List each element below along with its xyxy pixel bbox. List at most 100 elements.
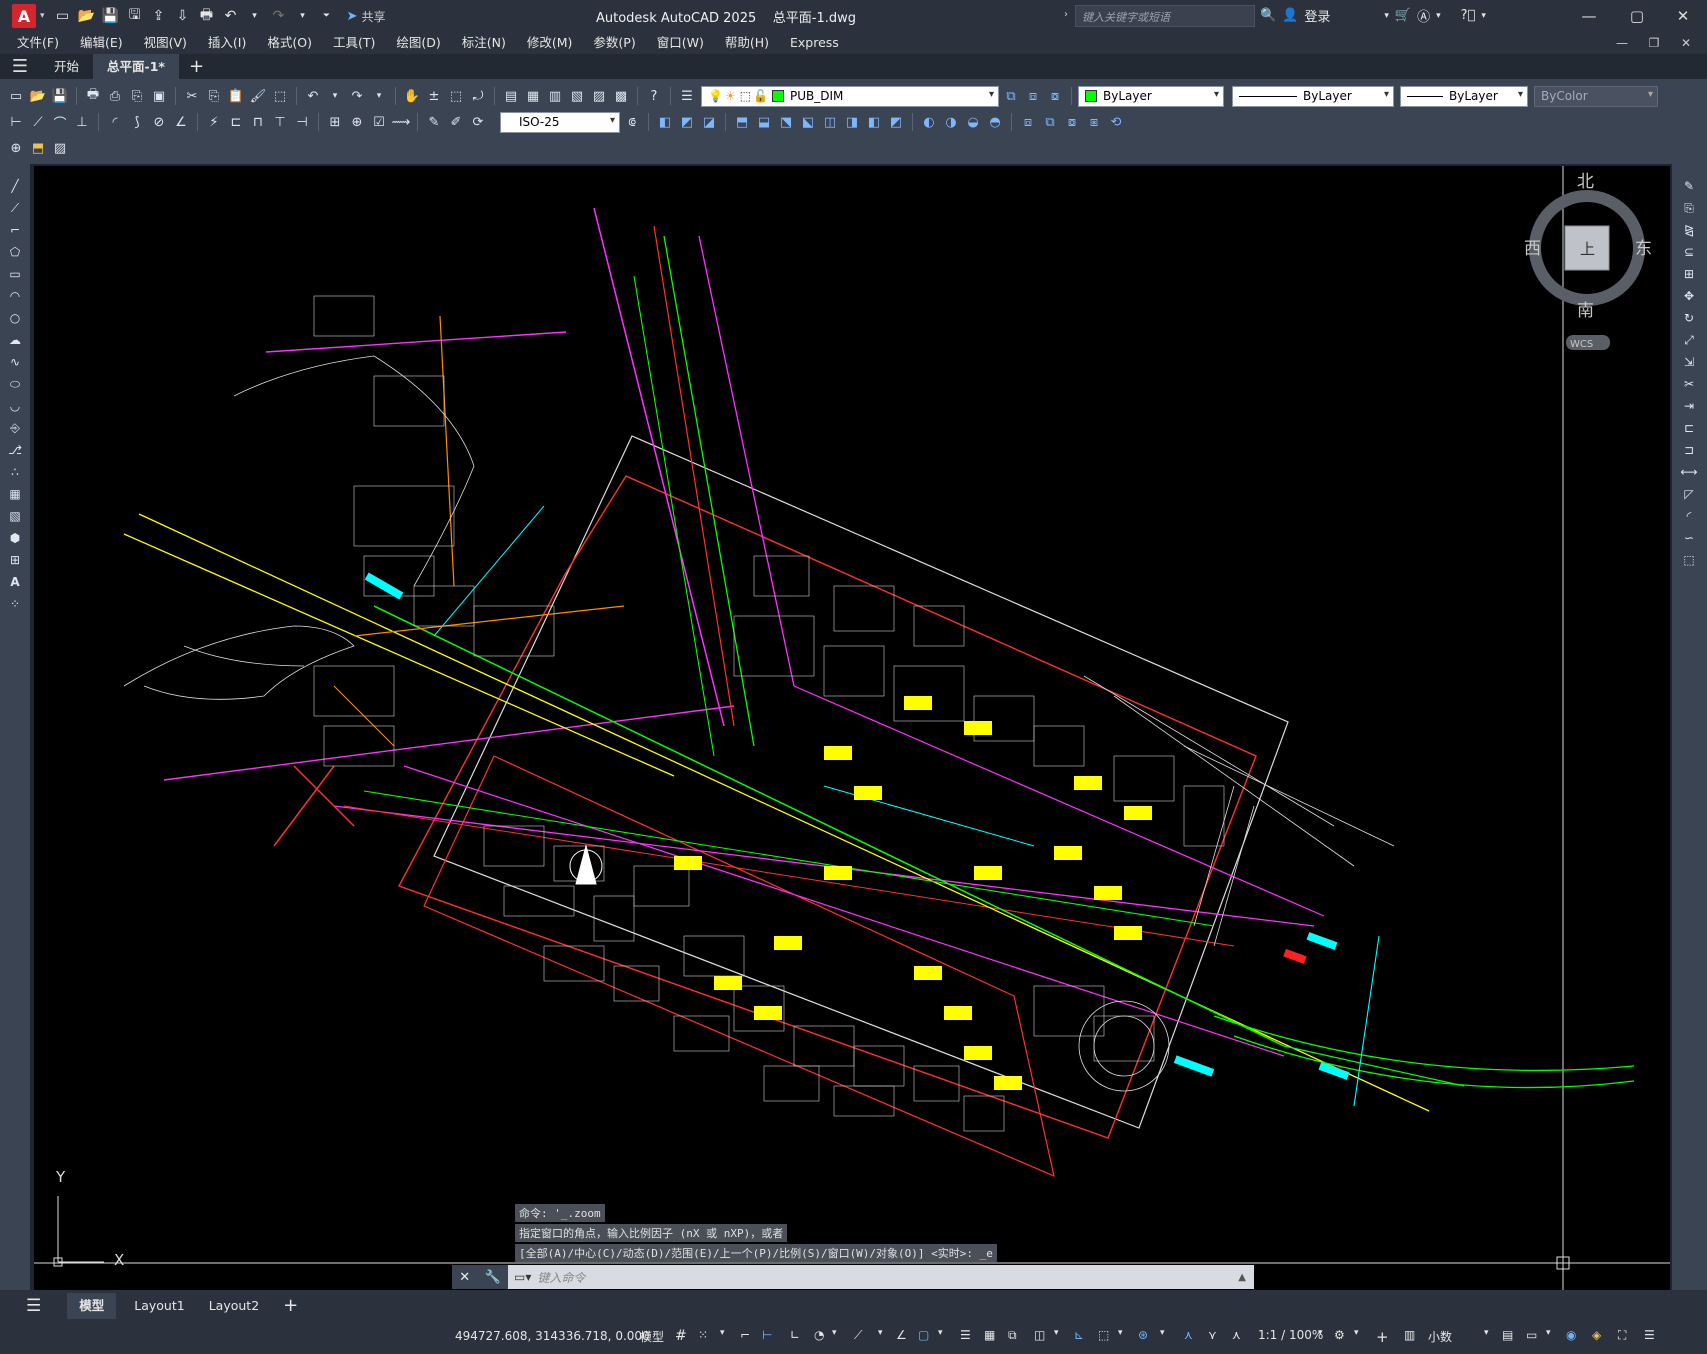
menu-format[interactable]: 格式(O) (258, 32, 321, 54)
menu-express[interactable]: Express (781, 32, 848, 54)
filter-dropdown-icon[interactable]: ▾ (1118, 1328, 1123, 1338)
login-button[interactable]: 登录 (1304, 6, 1330, 25)
object-snap-tracking-icon[interactable]: ∠ (896, 1328, 907, 1342)
undo-dropdown-icon[interactable]: ▾ (325, 86, 345, 106)
add-selected-icon[interactable]: ⁘ (5, 594, 25, 614)
tab-active-drawing[interactable]: 总平面-1* (93, 53, 179, 80)
dynamic-ucs-icon[interactable]: ⊾ (1074, 1328, 1084, 1342)
menu-parametric[interactable]: 参数(P) (584, 32, 644, 54)
annotation-scale-icon[interactable]: ⋏ (1232, 1328, 1241, 1342)
dim-space-icon[interactable]: ⊤ (270, 112, 290, 132)
undo-icon[interactable]: ↶ (303, 86, 323, 106)
clean-icon[interactable]: ◓ (985, 112, 1005, 132)
autodesk-app-icon[interactable]: Ⓐ (1417, 6, 1430, 25)
ellipse-icon[interactable]: ⬭ (5, 374, 25, 394)
extrude-icon[interactable]: ⬒ (732, 112, 752, 132)
save-as-icon[interactable]: 🖫 (125, 6, 145, 26)
autocad-logo-button[interactable]: A (12, 4, 36, 28)
jogged-dim-icon[interactable]: ⟆ (127, 112, 147, 132)
units-dropdown-icon[interactable]: ▾ (1484, 1328, 1489, 1338)
help-icon[interactable]: ?⃝ (1461, 8, 1476, 23)
paste-icon[interactable]: 📋 (226, 86, 246, 106)
command-input[interactable]: 键入命令 (537, 1269, 585, 1286)
offset-icon[interactable]: ⊆ (1679, 242, 1699, 262)
arc-length-icon[interactable]: ⌒ (50, 112, 70, 132)
doc-restore-button[interactable]: ❐ (1638, 32, 1670, 54)
wedge-icon[interactable]: ◩ (677, 112, 697, 132)
polar-dropdown-icon[interactable]: ▾ (832, 1328, 837, 1338)
3d-print-icon[interactable]: ▣ (149, 86, 169, 106)
snap-mode-icon[interactable]: ⁙ (698, 1328, 708, 1342)
construction-line-icon[interactable]: ⟋ (5, 198, 25, 218)
interfere-icon[interactable]: ◧ (864, 112, 884, 132)
web-save-icon[interactable]: ⇩ (173, 6, 193, 26)
polar-tracking-icon[interactable]: ◔ (814, 1328, 824, 1342)
rotate-icon[interactable]: ↻ (1679, 308, 1699, 328)
lineweight-icon[interactable]: ☰ (960, 1328, 971, 1342)
ellipse-arc-icon[interactable]: ◡ (5, 396, 25, 416)
cone-icon[interactable]: ◪ (699, 112, 719, 132)
help-dropdown-icon[interactable]: ▾ (1481, 11, 1486, 21)
dimstyle-dropdown[interactable]: ISO-25 ▾ (500, 111, 620, 133)
customize-wrench-icon[interactable]: 🔧 (485, 1270, 501, 1285)
search-icon[interactable]: 🔍 (1260, 8, 1276, 23)
hardware-acceleration-icon[interactable]: ◈ (1592, 1328, 1601, 1342)
quick-properties-icon[interactable]: ▤ (1502, 1328, 1513, 1342)
table-icon[interactable]: ⊞ (5, 550, 25, 570)
trim-icon[interactable]: ✂ (1679, 374, 1699, 394)
move-icon[interactable]: ✥ (1679, 286, 1699, 306)
close-icon[interactable]: ✕ (459, 1270, 470, 1285)
gradient-icon[interactable]: ▧ (5, 506, 25, 526)
command-history-expand-icon[interactable]: ▲ (1238, 1272, 1246, 1283)
doc-close-button[interactable]: ✕ (1670, 32, 1702, 54)
cut-icon[interactable]: ✂ (182, 86, 202, 106)
menu-insert[interactable]: 插入(I) (199, 32, 255, 54)
new-layout-icon[interactable]: + (271, 1293, 310, 1319)
lineweight-dropdown[interactable]: ByLayer ▾ (1400, 85, 1528, 107)
union-icon[interactable]: ⬕ (798, 112, 818, 132)
chamfer-icon[interactable]: ◸ (1679, 484, 1699, 504)
dim-update-icon[interactable]: ⟳ (468, 112, 488, 132)
lock-ui-icon[interactable]: ▭ (1526, 1328, 1537, 1342)
app-dropdown-icon[interactable]: ▾ (1436, 11, 1441, 21)
isodraft-icon[interactable]: ⟋ (854, 1328, 862, 1343)
share-icon[interactable]: ➤ (347, 9, 358, 24)
new-file-icon[interactable]: ▭ (53, 6, 73, 26)
attach-xref-icon[interactable]: ⬒ (28, 138, 48, 158)
layer-previous-icon[interactable]: ⧈ (1023, 86, 1043, 106)
break-at-point-icon[interactable]: ⊏ (1679, 418, 1699, 438)
hatch-icon[interactable]: ▦ (5, 484, 25, 504)
undo-icon[interactable]: ↶ (221, 6, 241, 26)
open-icon[interactable]: 📂 (28, 86, 48, 106)
slice-icon[interactable]: ⬔ (776, 112, 796, 132)
menu-tools[interactable]: 工具(T) (324, 32, 384, 54)
chevron-down-icon[interactable]: ▾ (40, 11, 45, 21)
plot-icon[interactable]: 🖶 (83, 86, 103, 106)
continue-dim-icon[interactable]: ⊓ (248, 112, 268, 132)
infer-constraints-icon[interactable]: ⌐ (740, 1328, 750, 1342)
make-current-layer-icon[interactable]: ⧉ (1001, 86, 1021, 106)
tab-model[interactable]: 模型 (67, 1293, 117, 1319)
blend-curves-icon[interactable]: ∽ (1679, 528, 1699, 548)
taper-faces-icon[interactable]: ⧆ (1084, 112, 1104, 132)
line-icon[interactable]: ╱ (5, 176, 25, 196)
polyline-icon[interactable]: ⌐ (5, 220, 25, 240)
help-icon[interactable]: ? (644, 86, 664, 106)
new-tab-icon[interactable]: + (179, 54, 214, 80)
customization-icon[interactable]: ☰ (1644, 1328, 1655, 1342)
baseline-dim-icon[interactable]: ⊏ (226, 112, 246, 132)
redo-dropdown-icon[interactable]: ▾ (293, 6, 313, 26)
drawing-canvas[interactable]: Y X 上 北 南 东 西 WCS 命令: '_.zoom 指定窗口的角点，输入… (34, 166, 1670, 1290)
menu-file[interactable]: 文件(F) (8, 32, 68, 54)
object-snap-icon[interactable]: ▢ (918, 1328, 929, 1342)
offset-faces-icon[interactable]: ⧇ (1062, 112, 1082, 132)
menu-modify[interactable]: 修改(M) (518, 32, 582, 54)
tab-layout2[interactable]: Layout2 (197, 1293, 271, 1319)
file-tabs-menu-icon[interactable]: ☰ (0, 54, 40, 80)
extend-icon[interactable]: ⇥ (1679, 396, 1699, 416)
save-icon[interactable]: 💾 (101, 6, 121, 26)
menu-help[interactable]: 帮助(H) (716, 32, 778, 54)
circle-icon[interactable]: ○ (5, 308, 25, 328)
transparency-icon[interactable]: ▦ (984, 1328, 995, 1342)
save-icon[interactable]: 💾 (50, 86, 70, 106)
